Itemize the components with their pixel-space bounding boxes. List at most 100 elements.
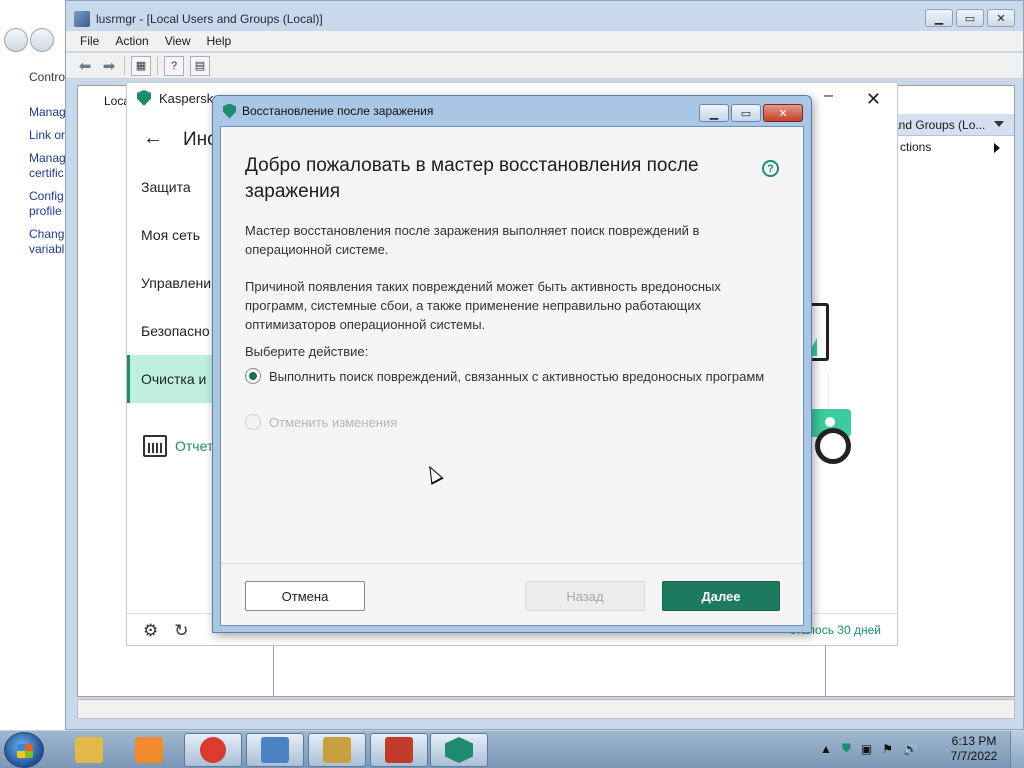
back-arrow-icon[interactable]: ⬅	[76, 57, 94, 75]
control-panel-links: Control Manag Link or Manag certific Con…	[29, 70, 69, 265]
support-icon[interactable]: ↻	[174, 621, 188, 641]
choose-action-label: Выберите действие:	[245, 344, 369, 359]
wizard-cause-text: Причиной появления таких повреждений мож…	[245, 279, 721, 332]
back-button: Назад	[525, 581, 645, 611]
menu-file[interactable]: File	[80, 34, 99, 48]
lusrmgr-menubar: File Action View Help	[66, 31, 1023, 51]
taskbar: ▲ ⛊ ▣ ⚑ 🔊 6:13 PM 7/7/2022	[0, 730, 1024, 768]
wizard-minimize-button[interactable]: ▁	[699, 104, 729, 122]
wizard-maximize-button[interactable]: ▭	[731, 104, 761, 122]
wheel-illustration	[815, 428, 851, 464]
kaspersky-tray-icon[interactable]: ⛊	[842, 741, 851, 756]
explorer-taskbar-icon	[75, 737, 103, 763]
maximize-button[interactable]: ▭	[956, 9, 984, 27]
cleanup-illustration	[807, 303, 867, 473]
show-hide-tree-icon[interactable]: ▦	[131, 55, 151, 76]
option-scan-label: Выполнить поиск повреждений, связанных с…	[269, 369, 765, 384]
wizard-close-button[interactable]: ✕	[763, 104, 803, 122]
control-panel-link[interactable]: Link or	[29, 128, 69, 143]
option-scan-damage[interactable]: Выполнить поиск повреждений, связанных с…	[245, 367, 775, 386]
wizard-window-title: Восстановление после заражения	[242, 104, 434, 118]
settings-gear-icon[interactable]: ⚙	[143, 621, 158, 641]
control-panel-taskbar-icon	[261, 737, 289, 763]
kaspersky-taskbar-icon	[445, 737, 473, 763]
action-center-flag-icon[interactable]: ⚑	[882, 742, 893, 756]
bottom-icons: ⚙ ↻	[143, 621, 189, 641]
radio-disabled-icon	[245, 414, 261, 430]
option-undo-changes: Отменить изменения	[245, 413, 775, 432]
back-circle-icon[interactable]	[4, 28, 28, 52]
forward-arrow-icon[interactable]: ➡	[100, 57, 118, 75]
pane-divider[interactable]	[825, 646, 826, 696]
control-panel-link[interactable]: Manag certific	[29, 151, 67, 181]
nav-item-my-network[interactable]: Моя сеть	[127, 211, 217, 259]
taskbar-app-media[interactable]	[120, 733, 178, 767]
report-label: Отчет	[175, 438, 214, 454]
forward-circle-icon[interactable]	[30, 28, 54, 52]
kaspersky-shield-icon	[137, 90, 151, 106]
system-tray: ▲ ⛊ ▣ ⚑ 🔊	[820, 741, 918, 756]
kaspersky-close-icon[interactable]: ✕	[866, 89, 881, 110]
action-pane-icon[interactable]: ▤	[190, 55, 210, 76]
kaspersky-minimize-button[interactable]: –	[824, 87, 833, 105]
menu-action[interactable]: Action	[115, 34, 148, 48]
show-desktop-button[interactable]	[1010, 731, 1024, 768]
close-button[interactable]: ✕	[987, 9, 1015, 27]
lusrmgr-app-icon	[74, 11, 90, 27]
wizard-description: Мастер восстановления после заражения вы…	[245, 223, 700, 257]
chrome-taskbar-icon	[200, 737, 226, 763]
nav-item-cleanup[interactable]: Очистка и	[127, 355, 217, 403]
actions-header-label: and Groups (Lo...	[892, 117, 986, 132]
clock-time: 6:13 PM	[951, 734, 997, 748]
help-question-icon[interactable]: ?	[762, 160, 779, 177]
collapse-arrow-icon[interactable]	[994, 121, 1004, 127]
actions-pane-header[interactable]: and Groups (Lo...	[892, 114, 1014, 136]
users-taskbar-icon	[323, 737, 351, 763]
kaspersky-title: Kaspersk	[159, 90, 214, 106]
cancel-button[interactable]: Отмена	[245, 581, 365, 611]
menu-help[interactable]: Help	[207, 34, 232, 48]
taskbar-app-chrome[interactable]	[184, 733, 242, 767]
back-arrow-icon[interactable]: ←	[143, 127, 163, 150]
taskbar-app-users[interactable]	[308, 733, 366, 767]
help-icon[interactable]: ?	[164, 55, 184, 76]
kaspersky-shield-icon	[223, 103, 236, 119]
control-panel-link[interactable]: Config profile	[29, 189, 67, 219]
control-panel-link[interactable]: Chang variabl	[29, 227, 67, 257]
network-tray-icon[interactable]: ▣	[861, 742, 872, 756]
toolbar-separator	[124, 56, 125, 75]
taskbar-app-explorer[interactable]	[60, 733, 118, 767]
submenu-arrow-icon	[994, 143, 1000, 153]
radio-selected-icon[interactable]	[245, 368, 261, 384]
footer-divider	[221, 563, 803, 564]
control-panel-link[interactable]: Manag	[29, 105, 69, 120]
kaspersky-sidebar: Защита Моя сеть Управлени Безопасно Очис…	[127, 163, 217, 403]
control-panel-window: Control Manag Link or Manag certific Con…	[0, 0, 70, 730]
taskbar-app-toolbox[interactable]	[370, 733, 428, 767]
wizard-heading: Добро пожаловать в мастер восстановления…	[245, 155, 699, 202]
show-hidden-icons-icon[interactable]: ▲	[820, 742, 832, 756]
lusrmgr-statusbar	[77, 699, 1015, 719]
start-button[interactable]	[4, 732, 44, 768]
volume-tray-icon[interactable]: 🔊	[903, 742, 918, 756]
clock-date: 7/7/2022	[950, 749, 998, 763]
taskbar-clock[interactable]: 6:13 PM 7/7/2022	[946, 734, 1002, 764]
actions-more-item[interactable]: ctions	[892, 140, 1014, 154]
option-undo-label: Отменить изменения	[269, 415, 398, 430]
taskbar-app-kaspersky[interactable]	[430, 733, 488, 767]
pane-divider[interactable]	[273, 646, 274, 696]
media-player-taskbar-icon	[135, 737, 163, 763]
wizard-content: Добро пожаловать в мастер восстановления…	[220, 126, 804, 626]
reports-link[interactable]: Отчет	[143, 435, 213, 457]
menu-view[interactable]: View	[165, 34, 191, 48]
next-button[interactable]: Далее	[662, 581, 780, 611]
recovery-wizard-dialog: Восстановление после заражения ▁ ▭ ✕ Доб…	[212, 95, 812, 633]
toolbar-separator	[157, 56, 158, 75]
control-panel-link[interactable]: Control	[29, 70, 69, 85]
nav-item-security[interactable]: Безопасно	[127, 307, 217, 355]
nav-item-management[interactable]: Управлени	[127, 259, 217, 307]
minimize-button[interactable]: ▁	[925, 9, 953, 27]
lusrmgr-toolbar: ⬅ ➡ ▦ ? ▤	[66, 53, 1023, 79]
taskbar-app-control-panel[interactable]	[246, 733, 304, 767]
nav-item-protection[interactable]: Защита	[127, 163, 217, 211]
